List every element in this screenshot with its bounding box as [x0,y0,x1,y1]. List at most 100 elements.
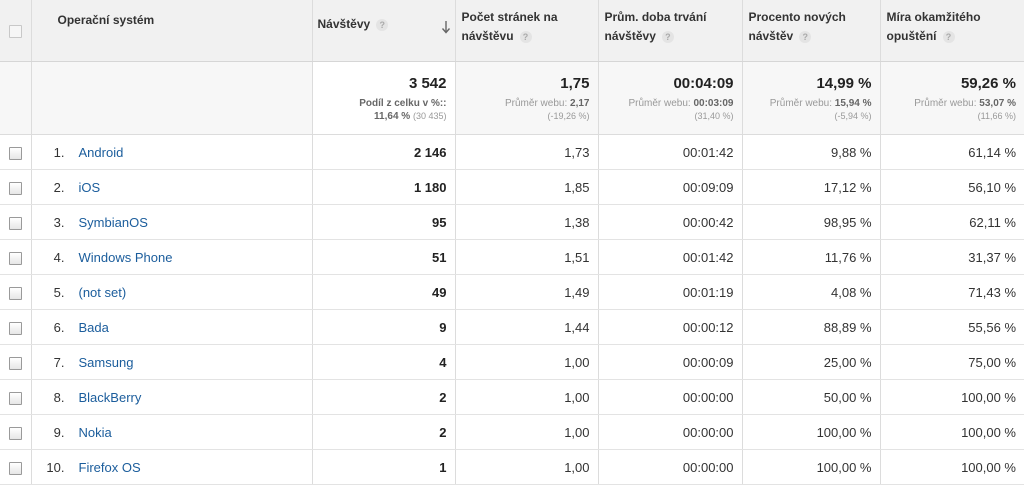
os-cell: 8. BlackBerry [31,380,312,415]
row-checkbox[interactable] [9,392,22,405]
row-checkbox[interactable] [9,287,22,300]
help-question-icon[interactable]: ? [799,31,811,43]
row-checkbox[interactable] [9,462,22,475]
bounce-rate-cell: 100,00 % [880,415,1024,450]
new-visits-header-label-line2: návštěv [749,29,794,43]
os-link[interactable]: BlackBerry [79,390,142,405]
totals-duration-cell: 00:04:09 Průměr webu: 00:03:09 (31,40 %) [598,62,742,135]
os-cell: 6.Bada [31,310,312,345]
bounce-header-label-line2: opuštění [887,29,937,43]
new-visits-cell: 9,88 % [742,135,880,170]
os-link[interactable]: (not set) [79,285,127,300]
avg-duration-cell: 00:00:42 [598,205,742,240]
column-header-avg-duration[interactable]: Prům. doba trvání návštěvy? [598,0,742,62]
totals-bounce-cell: 59,26 % Průměr webu: 53,07 % (11,66 %) [880,62,1024,135]
os-cell: 1. Android [31,135,312,170]
new-visits-cell: 17,12 % [742,170,880,205]
column-header-pages-per-visit[interactable]: Počet stránek na návštěvu? [455,0,598,62]
table-row: 4.Windows Phone511,5100:01:4211,76 %31,3… [0,240,1024,275]
column-header-visits[interactable]: Návštěvy? [312,0,455,62]
row-checkbox[interactable] [9,357,22,370]
new-visits-cell: 25,00 % [742,345,880,380]
select-all-checkbox[interactable] [9,25,22,38]
row-checkbox[interactable] [9,217,22,230]
totals-pages-sub-value: 2,17 [570,98,589,109]
table-row: 9.Nokia21,0000:00:00100,00 %100,00 % [0,415,1024,450]
select-all-cell [0,0,31,62]
row-select-cell [0,415,31,450]
avg-duration-cell: 00:00:12 [598,310,742,345]
row-select-cell [0,240,31,275]
totals-new-sub-extra: (-5,94 %) [834,111,871,121]
help-question-icon[interactable]: ? [376,19,388,31]
row-checkbox[interactable] [9,147,22,160]
os-link[interactable]: Bada [79,320,109,335]
os-cell: 2. iOS [31,170,312,205]
column-header-new-visits[interactable]: Procento nových návštěv? [742,0,880,62]
sort-descending-arrow-icon[interactable] [441,20,451,34]
totals-label-cell [31,62,312,135]
row-checkbox[interactable] [9,252,22,265]
column-header-os[interactable]: Operační systém [31,0,312,62]
new-visits-header-label-line1: Procento nových [749,10,846,24]
row-index: 2. [38,180,65,195]
bounce-header-label-line1: Míra okamžitého [887,10,981,24]
row-select-cell [0,135,31,170]
pages-per-visit-cell: 1,38 [455,205,598,240]
totals-new-visits-cell: 14,99 % Průměr webu: 15,94 % (-5,94 %) [742,62,880,135]
row-index: 7. [38,355,65,370]
os-link[interactable]: Android [79,145,124,160]
os-cell: 10. Firefox OS [31,450,312,485]
visits-cell: 1 [312,450,455,485]
table-row: 5.(not set)491,4900:01:194,08 %71,43 % [0,275,1024,310]
pages-header-label-line1: Počet stránek na [462,10,558,24]
row-index: 10. [38,460,65,475]
column-header-bounce-rate[interactable]: Míra okamžitého opuštění? [880,0,1024,62]
row-select-cell [0,170,31,205]
help-question-icon[interactable]: ? [662,31,674,43]
row-checkbox[interactable] [9,182,22,195]
row-index: 1. [38,145,65,160]
bounce-rate-cell: 71,43 % [880,275,1024,310]
row-checkbox[interactable] [9,322,22,335]
os-link[interactable]: Firefox OS [79,460,141,475]
bounce-rate-cell: 75,00 % [880,345,1024,380]
row-select-cell [0,380,31,415]
os-link[interactable]: SymbianOS [79,215,148,230]
os-cell: 7. Samsung [31,345,312,380]
row-index: 3. [38,215,65,230]
new-visits-cell: 11,76 % [742,240,880,275]
row-checkbox[interactable] [9,427,22,440]
bounce-rate-cell: 61,14 % [880,135,1024,170]
bounce-rate-cell: 62,11 % [880,205,1024,240]
visits-header-label: Návštěvy [318,17,371,31]
os-link[interactable]: Nokia [79,425,112,440]
avg-duration-cell: 00:01:42 [598,240,742,275]
help-question-icon[interactable]: ? [520,31,532,43]
totals-duration-value: 00:04:09 [599,62,742,93]
totals-new-sub-value: 15,94 % [835,98,872,109]
new-visits-cell: 50,00 % [742,380,880,415]
row-index: 8. [38,390,65,405]
totals-pages-cell: 1,75 Průměr webu: 2,17 (-19,26 %) [455,62,598,135]
totals-duration-sub-extra: (31,40 %) [694,111,733,121]
os-report-table: Operační systém Návštěvy? Počet stránek … [0,0,1024,485]
help-question-icon[interactable]: ? [943,31,955,43]
row-select-cell [0,205,31,240]
duration-header-label-line2: návštěvy [605,29,656,43]
duration-header-label-line1: Prům. doba trvání [605,10,707,24]
os-link[interactable]: Samsung [79,355,134,370]
row-index: 4. [38,250,65,265]
totals-visits-sub-value: 11,64 % [374,111,410,122]
table-row: 6.Bada91,4400:00:1288,89 %55,56 % [0,310,1024,345]
new-visits-cell: 98,95 % [742,205,880,240]
os-link[interactable]: iOS [79,180,101,195]
pages-per-visit-cell: 1,00 [455,450,598,485]
visits-cell: 4 [312,345,455,380]
os-link[interactable]: Windows Phone [79,250,173,265]
totals-bounce-sub-label: Průměr webu: [914,98,976,109]
os-cell: 4. Windows Phone [31,240,312,275]
pages-per-visit-cell: 1,85 [455,170,598,205]
bounce-rate-cell: 55,56 % [880,310,1024,345]
os-header-label: Operační systém [32,0,312,28]
